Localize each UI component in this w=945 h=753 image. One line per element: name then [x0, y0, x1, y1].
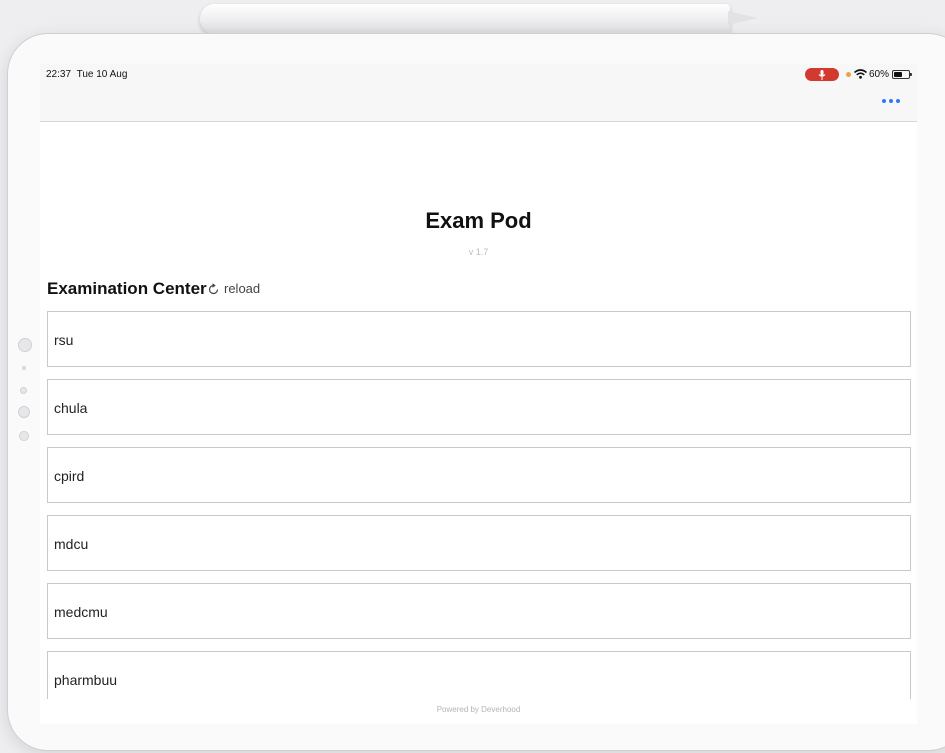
battery-icon — [892, 70, 912, 79]
microphone-indicator — [805, 68, 839, 81]
list-item[interactable]: rsu — [47, 311, 911, 367]
list-item-label: pharmbuu — [54, 672, 118, 688]
list-item[interactable]: chula — [47, 379, 911, 435]
section-header: Examination Center reload — [47, 279, 260, 299]
list-item[interactable]: cpird — [47, 447, 911, 503]
side-button — [18, 338, 32, 352]
reload-label: reload — [224, 281, 261, 296]
ellipsis-icon[interactable] — [882, 98, 900, 104]
side-button — [19, 431, 29, 441]
list-item-label: chula — [54, 400, 88, 416]
status-bar: 22:37 Tue 10 Aug 60% — [40, 64, 917, 84]
refresh-icon — [208, 283, 219, 295]
list-item-label: medcmu — [54, 604, 108, 620]
list-item[interactable]: mdcu — [47, 515, 911, 571]
list-item-label: cpird — [54, 468, 85, 484]
microphone-icon — [818, 70, 826, 80]
battery-percentage: 60% — [869, 69, 890, 80]
app-version: v 1.7 — [468, 247, 489, 257]
screenshot-stage: 22:37 Tue 10 Aug 60% Exam Pod v 1.7 Exam… — [0, 0, 945, 753]
side-button — [22, 366, 26, 370]
list-item[interactable]: pharmbuu — [47, 651, 911, 699]
section-title: Examination Center — [47, 279, 207, 298]
apple-pencil-tip — [728, 11, 758, 25]
list-item-label: rsu — [54, 332, 74, 348]
side-button — [18, 406, 30, 418]
app-title: Exam Pod — [425, 208, 532, 233]
wifi-icon — [854, 69, 867, 79]
side-button — [20, 387, 27, 394]
battery-level-fill — [894, 72, 902, 77]
navigation-bar — [40, 84, 917, 122]
apple-pencil — [200, 4, 730, 34]
examination-center-list: rsu chula cpird mdcu medcmu pharmbuu — [47, 311, 911, 699]
list-item-label: mdcu — [54, 536, 89, 552]
privacy-indicator-dot — [846, 72, 851, 77]
status-time: 22:37 Tue 10 Aug — [46, 69, 128, 80]
footer-credit: Powered by Deverhood — [436, 705, 521, 714]
list-item[interactable]: medcmu — [47, 583, 911, 639]
app-screen: 22:37 Tue 10 Aug 60% Exam Pod v 1.7 Exam… — [40, 64, 917, 724]
